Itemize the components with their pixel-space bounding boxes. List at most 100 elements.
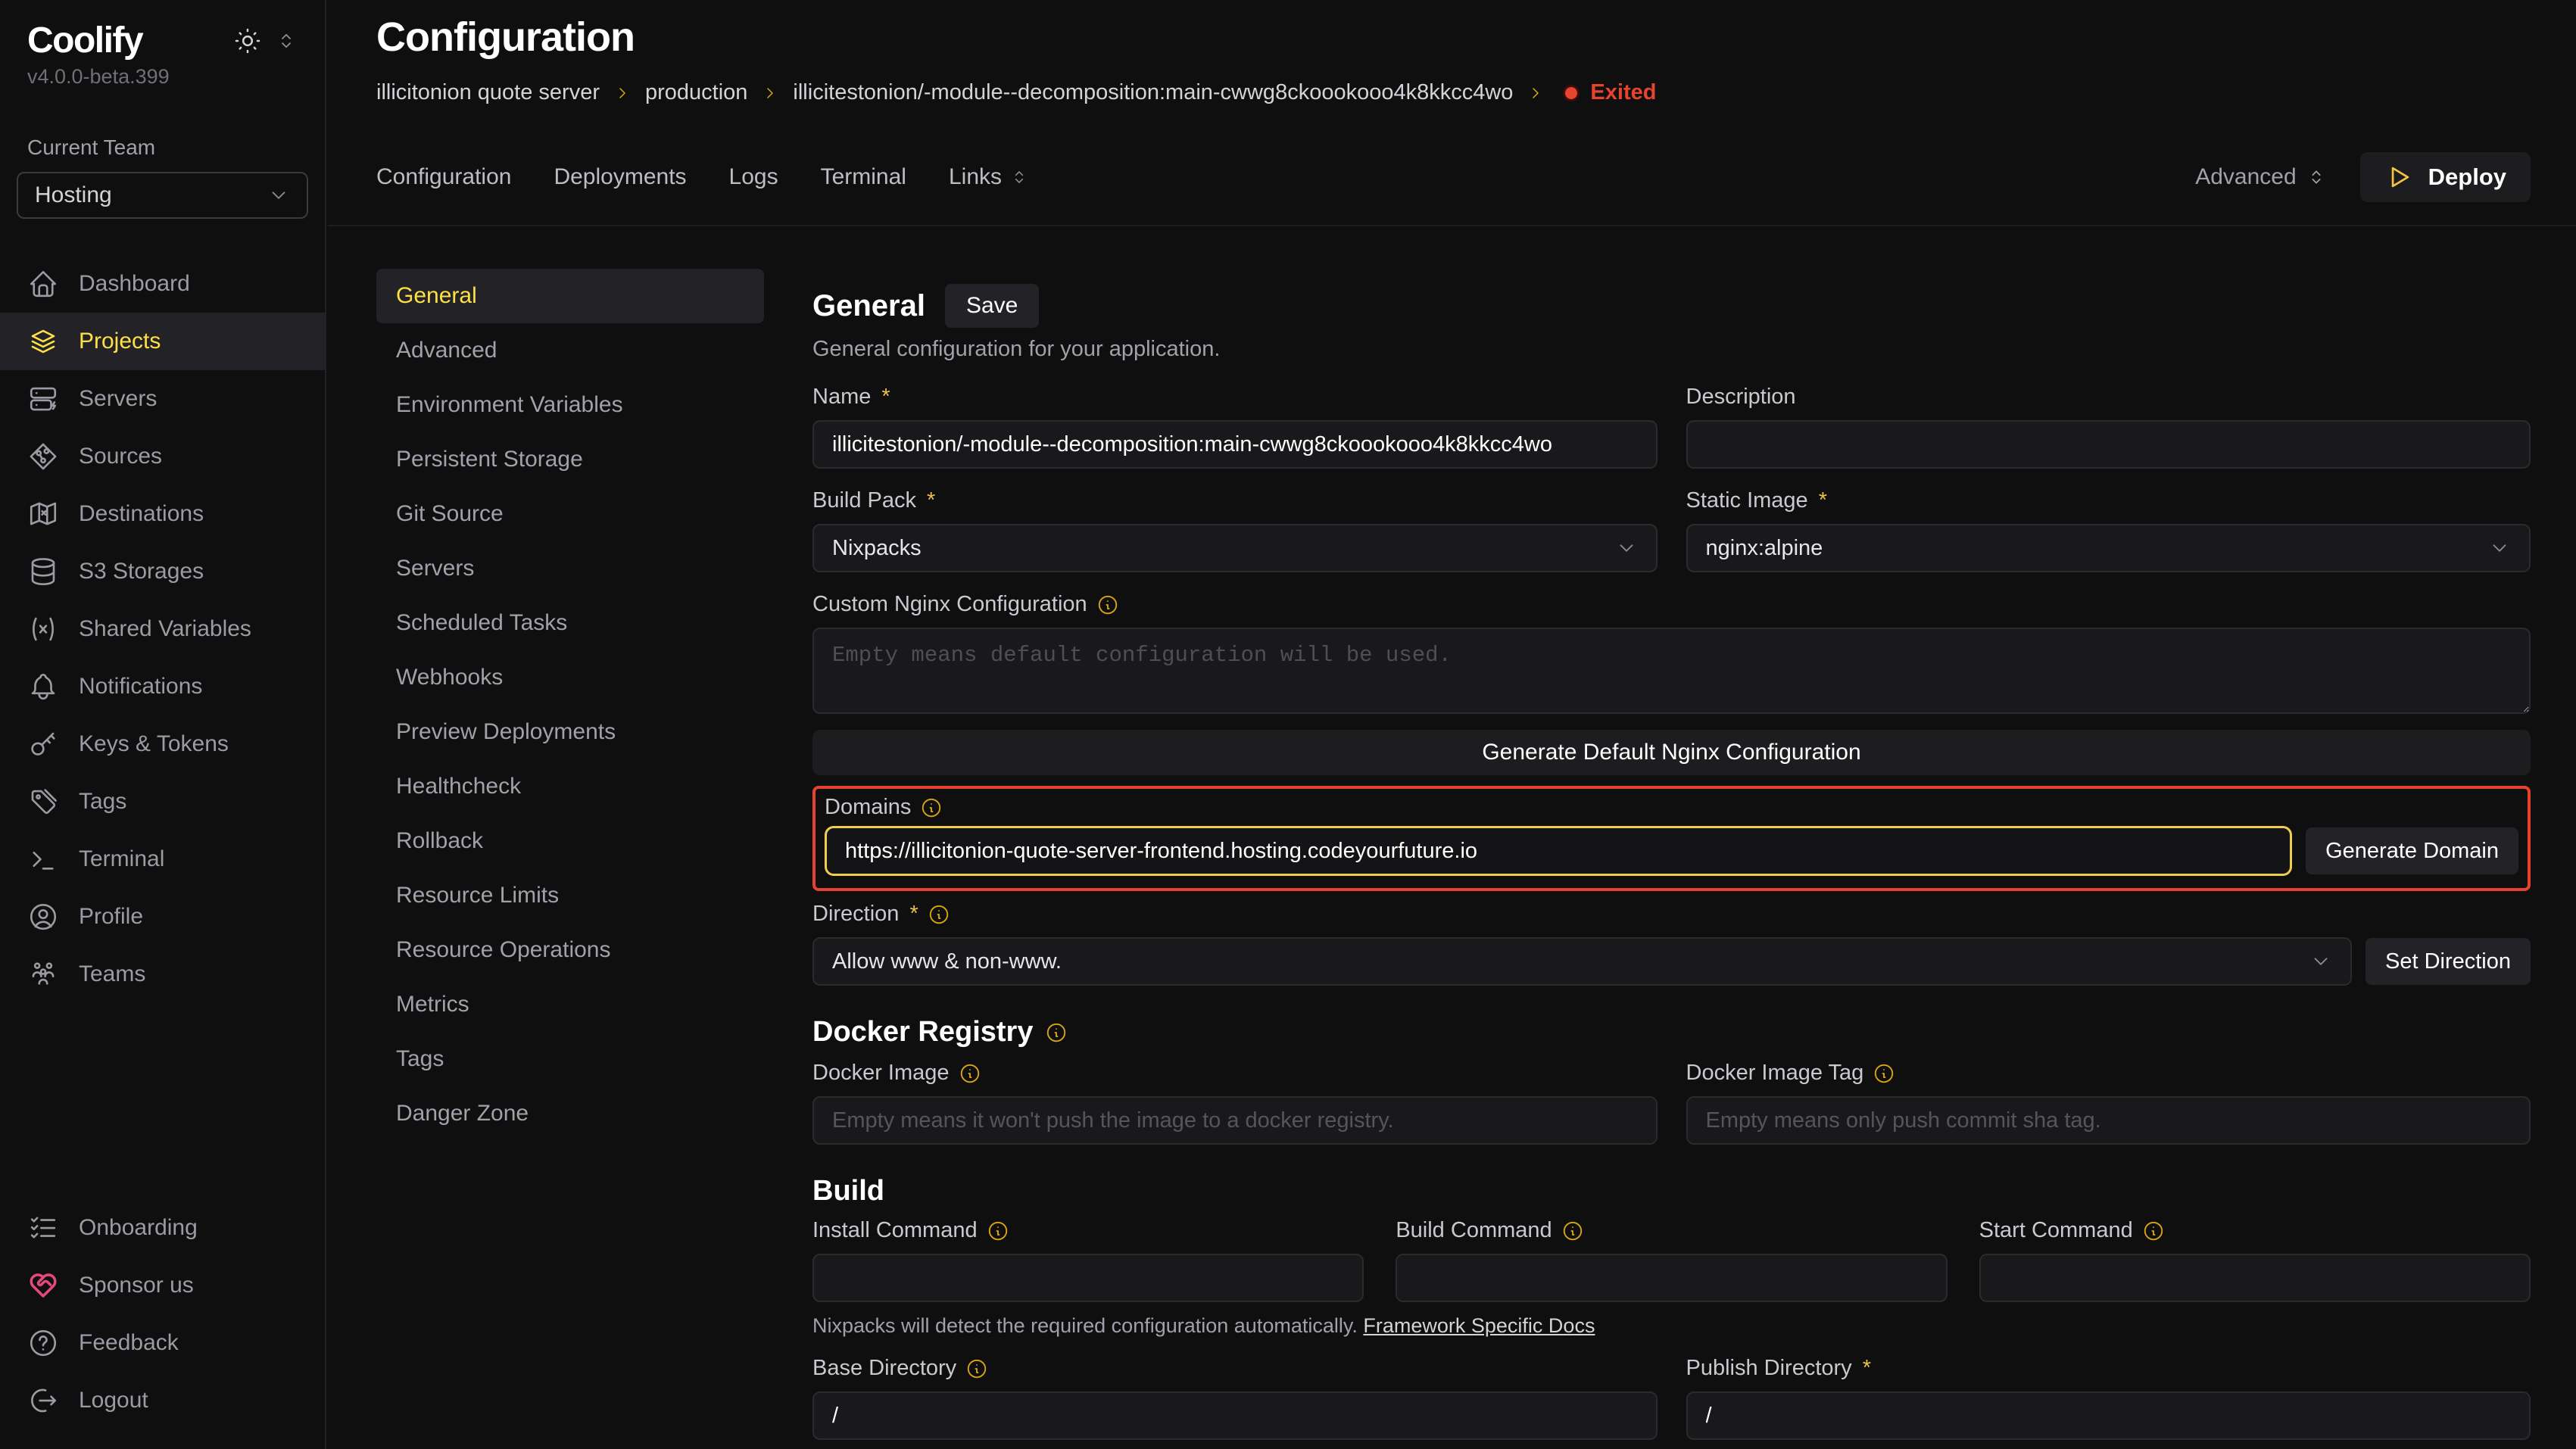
breadcrumb-environment[interactable]: production xyxy=(645,80,747,105)
sidebar-item-feedback[interactable]: Feedback xyxy=(0,1314,325,1372)
sidebar-item-onboarding[interactable]: Onboarding xyxy=(0,1199,325,1257)
publish-directory-label: Publish Directory* xyxy=(1686,1356,2531,1381)
subnav-item-tags[interactable]: Tags xyxy=(376,1032,764,1086)
tab-links[interactable]: Links xyxy=(949,164,1029,190)
sidebar-item-shared-variables[interactable]: Shared Variables xyxy=(0,600,325,658)
save-button[interactable]: Save xyxy=(945,284,1039,328)
start-command-input[interactable] xyxy=(1979,1254,2531,1302)
tab-logs[interactable]: Logs xyxy=(729,164,778,190)
direction-select[interactable]: Allow www & non-www. xyxy=(812,937,2352,986)
subnav-item-advanced[interactable]: Advanced xyxy=(376,323,764,378)
sidebar-item-teams[interactable]: Teams xyxy=(0,946,325,1003)
subnav-item-preview-deployments[interactable]: Preview Deployments xyxy=(376,705,764,759)
required-marker: * xyxy=(927,488,935,513)
name-label: Name* xyxy=(812,385,1658,410)
subnav-item-servers[interactable]: Servers xyxy=(376,541,764,596)
sidebar-nav: Dashboard Projects Servers Sources Desti… xyxy=(0,255,325,1003)
sidebar-item-keys-tokens[interactable]: Keys & Tokens xyxy=(0,715,325,773)
sidebar-item-notifications[interactable]: Notifications xyxy=(0,658,325,715)
static-image-select[interactable]: nginx:alpine xyxy=(1686,524,2531,572)
domains-label: Domains xyxy=(825,795,2518,820)
sidebar-item-sponsor-us[interactable]: Sponsor us xyxy=(0,1257,325,1314)
status-badge: Exited xyxy=(1563,80,1656,105)
name-input[interactable] xyxy=(812,420,1658,469)
team-select[interactable]: Hosting xyxy=(17,172,308,219)
subnav-item-environment-variables[interactable]: Environment Variables xyxy=(376,378,764,432)
version-selector-icon[interactable] xyxy=(275,30,298,52)
required-marker: * xyxy=(881,385,890,410)
description-input[interactable] xyxy=(1686,420,2531,469)
chevron-right-icon xyxy=(761,84,779,102)
subnav-item-resource-operations[interactable]: Resource Operations xyxy=(376,923,764,977)
users-icon xyxy=(27,958,59,990)
direction-label: Direction* xyxy=(812,902,2531,927)
sidebar-item-s3-storages[interactable]: S3 Storages xyxy=(0,543,325,600)
set-direction-button[interactable]: Set Direction xyxy=(2365,938,2531,985)
docker-image-input[interactable] xyxy=(812,1096,1658,1145)
install-command-input[interactable] xyxy=(812,1254,1364,1302)
bell-icon xyxy=(27,671,59,703)
sidebar-item-label: S3 Storages xyxy=(79,559,204,584)
nixpacks-note: Nixpacks will detect the required config… xyxy=(812,1314,2531,1338)
tab-terminal[interactable]: Terminal xyxy=(821,164,906,190)
build-pack-select[interactable]: Nixpacks xyxy=(812,524,1658,572)
section-heading-build: Build xyxy=(812,1175,2531,1208)
subnav-item-general[interactable]: General xyxy=(376,269,764,323)
info-icon xyxy=(1045,1021,1068,1044)
build-command-label: Build Command xyxy=(1396,1218,1947,1243)
sidebar-header: Coolify xyxy=(0,20,325,62)
subnav-item-metrics[interactable]: Metrics xyxy=(376,977,764,1032)
nginx-config-label: Custom Nginx Configuration xyxy=(812,592,2531,617)
build-command-input[interactable] xyxy=(1396,1254,1947,1302)
sidebar-item-destinations[interactable]: Destinations xyxy=(0,485,325,543)
tab-configuration[interactable]: Configuration xyxy=(376,164,511,190)
deploy-button[interactable]: Deploy xyxy=(2360,152,2531,202)
subnav-item-persistent-storage[interactable]: Persistent Storage xyxy=(376,432,764,487)
sidebar-item-label: Dashboard xyxy=(79,271,190,297)
sidebar-item-profile[interactable]: Profile xyxy=(0,888,325,946)
tab-deployments[interactable]: Deployments xyxy=(554,164,686,190)
docker-image-tag-input[interactable] xyxy=(1686,1096,2531,1145)
domains-input[interactable] xyxy=(825,826,2292,876)
subnav-item-healthcheck[interactable]: Healthcheck xyxy=(376,759,764,814)
sidebar-item-servers[interactable]: Servers xyxy=(0,370,325,428)
publish-directory-input[interactable] xyxy=(1686,1391,2531,1440)
subnav-item-resource-limits[interactable]: Resource Limits xyxy=(376,868,764,923)
section-heading-general: General xyxy=(812,289,925,323)
sidebar-item-tags[interactable]: Tags xyxy=(0,773,325,830)
subnav-item-webhooks[interactable]: Webhooks xyxy=(376,650,764,705)
tab-bar: Configuration Deployments Logs Terminal … xyxy=(376,152,2531,202)
sidebar-item-label: Onboarding xyxy=(79,1215,198,1241)
tag-icon xyxy=(27,786,59,818)
sidebar-footer-nav: Onboarding Sponsor us Feedback Logout xyxy=(0,1199,325,1429)
subnav-item-scheduled-tasks[interactable]: Scheduled Tasks xyxy=(376,596,764,650)
nginx-config-textarea[interactable] xyxy=(812,628,2531,714)
info-icon xyxy=(2142,1220,2165,1242)
framework-docs-link[interactable]: Framework Specific Docs xyxy=(1363,1314,1595,1337)
section-heading-docker-registry: Docker Registry xyxy=(812,1016,2531,1049)
sidebar-item-label: Terminal xyxy=(79,846,164,872)
subnav-item-git-source[interactable]: Git Source xyxy=(376,487,764,541)
sidebar-item-label: Shared Variables xyxy=(79,616,251,642)
sidebar-item-projects[interactable]: Projects xyxy=(0,313,325,370)
app-logo[interactable]: Coolify xyxy=(27,20,142,62)
base-directory-input[interactable] xyxy=(812,1391,1658,1440)
sidebar-item-label: Profile xyxy=(79,904,143,930)
subnav-item-danger-zone[interactable]: Danger Zone xyxy=(376,1086,764,1141)
static-image-label: Static Image* xyxy=(1686,488,2531,513)
required-marker: * xyxy=(1863,1356,1871,1381)
sidebar-item-terminal[interactable]: Terminal xyxy=(0,830,325,888)
sidebar-item-logout[interactable]: Logout xyxy=(0,1372,325,1429)
sidebar-item-label: Teams xyxy=(79,961,145,987)
theme-toggle-sun-icon[interactable] xyxy=(232,26,263,56)
breadcrumb-application[interactable]: illicitestonion/-module--decomposition:m… xyxy=(793,80,1513,105)
subnav-item-rollback[interactable]: Rollback xyxy=(376,814,764,868)
breadcrumb-project[interactable]: illicitonion quote server xyxy=(376,80,600,105)
advanced-menu-button[interactable]: Advanced xyxy=(2195,164,2326,190)
generate-domain-button[interactable]: Generate Domain xyxy=(2306,827,2518,874)
sidebar-item-dashboard[interactable]: Dashboard xyxy=(0,255,325,313)
sidebar-item-sources[interactable]: Sources xyxy=(0,428,325,485)
generate-nginx-config-button[interactable]: Generate Default Nginx Configuration xyxy=(812,730,2531,775)
layers-icon xyxy=(27,326,59,357)
git-source-icon xyxy=(27,441,59,472)
